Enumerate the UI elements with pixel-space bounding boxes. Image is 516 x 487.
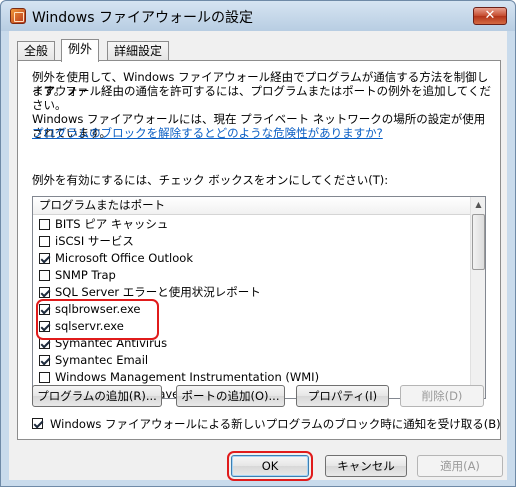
title-bar[interactable]: Windows ファイアウォールの設定 ✕ [1, 1, 515, 31]
add-port-button[interactable]: ポートの追加(O)... [176, 385, 285, 407]
list-item-checkbox[interactable] [39, 304, 50, 315]
scroll-up-arrow-icon[interactable]: ▲ [471, 197, 485, 212]
list-scrollbar[interactable]: ▲ ▼ [470, 197, 485, 398]
tab-advanced[interactable]: 詳細設定 [107, 41, 170, 61]
list-item[interactable]: Symantec Antivirus [33, 335, 471, 352]
window-title: Windows ファイアウォールの設定 [32, 10, 253, 26]
list-item-checkbox[interactable] [39, 372, 50, 383]
list-item-label: SNMP Trap [55, 268, 116, 282]
cancel-button[interactable]: キャンセル [325, 455, 407, 477]
notify-option[interactable]: Windows ファイアウォールによる新しいプログラムのブロック時に通知を受け取… [32, 417, 501, 431]
list-item-checkbox[interactable] [39, 321, 50, 332]
list-item[interactable]: Microsoft Office Outlook [33, 250, 471, 267]
list-item-label: iSCSI サービス [55, 234, 134, 248]
list-item-label: sqlservr.exe [55, 319, 124, 333]
exceptions-list-label: 例外を有効にするには、チェック ボックスをオンにしてください(T): [32, 173, 389, 187]
list-item-label: BITS ピア キャッシュ [55, 217, 169, 231]
list-item-checkbox[interactable] [39, 253, 50, 264]
list-item-label: Symantec Antivirus [55, 336, 168, 350]
list-item-checkbox[interactable] [39, 219, 50, 230]
notify-label: Windows ファイアウォールによる新しいプログラムのブロック時に通知を受け取… [50, 417, 501, 431]
apply-button[interactable]: 適用(A) [417, 455, 503, 477]
list-item[interactable]: Symantec Email [33, 352, 471, 369]
list-item-label: sqlbrowser.exe [55, 302, 141, 316]
list-item-checkbox[interactable] [39, 236, 50, 247]
tab-exceptions[interactable]: 例外 [61, 39, 100, 62]
list-item[interactable]: SNMP Trap [33, 267, 471, 284]
firewall-settings-window: Windows ファイアウォールの設定 ✕ 全般 例外 詳細設定 例外を使用して… [0, 0, 516, 487]
notify-checkbox[interactable] [32, 418, 43, 429]
list-item-label: Symantec Email [55, 353, 149, 367]
properties-button[interactable]: プロパティ(I) [296, 385, 389, 407]
list-rows: BITS ピア キャッシュ iSCSI サービス Microsoft Office … [33, 216, 471, 398]
exceptions-panel: 例外を使用して、Windows ファイアウォール経由でプログラムが通信する方法を… [17, 60, 501, 440]
unblock-risk-link[interactable]: プログラムのブロックを解除するとどのような危険性がありますか? [32, 126, 383, 140]
ok-button[interactable]: OK [231, 455, 309, 477]
list-item-label: Microsoft Office Outlook [55, 251, 193, 265]
list-item-checkbox[interactable] [39, 338, 50, 349]
delete-button[interactable]: 削除(D) [400, 385, 484, 407]
list-item-checkbox[interactable] [39, 287, 50, 298]
list-item-label: SQL Server エラーと使用状況レポート [55, 285, 261, 299]
list-item[interactable]: sqlservr.exe [33, 318, 471, 335]
firewall-icon [10, 8, 26, 24]
list-item-label: Windows Management Instrumentation (WMI) [55, 370, 320, 384]
exceptions-list[interactable]: プログラムまたはポート BITS ピア キャッシュ iSCSI サービス Micro… [32, 196, 486, 399]
scroll-thumb[interactable] [472, 214, 485, 270]
list-item[interactable]: Windows Management Instrumentation (WMI) [33, 369, 471, 386]
tab-general[interactable]: 全般 [17, 41, 56, 61]
add-program-button[interactable]: プログラムの追加(R)... [32, 385, 162, 407]
list-item-checkbox[interactable] [39, 355, 50, 366]
list-column-header[interactable]: プログラムまたはポート [33, 197, 471, 215]
list-item[interactable]: iSCSI サービス [33, 233, 471, 250]
dialog-client: 全般 例外 詳細設定 例外を使用して、Windows ファイアウォール経由でプロ… [9, 31, 507, 481]
description-line-2: イアウォール経由の通信を許可するには、プログラムまたはポートの例外を追加してくだ… [32, 84, 491, 112]
list-item[interactable]: SQL Server エラーと使用状況レポート [33, 284, 471, 301]
close-button[interactable]: ✕ [473, 7, 507, 25]
list-item-checkbox[interactable] [39, 270, 50, 281]
list-item[interactable]: BITS ピア キャッシュ [33, 216, 471, 233]
list-item[interactable]: sqlbrowser.exe [33, 301, 471, 318]
